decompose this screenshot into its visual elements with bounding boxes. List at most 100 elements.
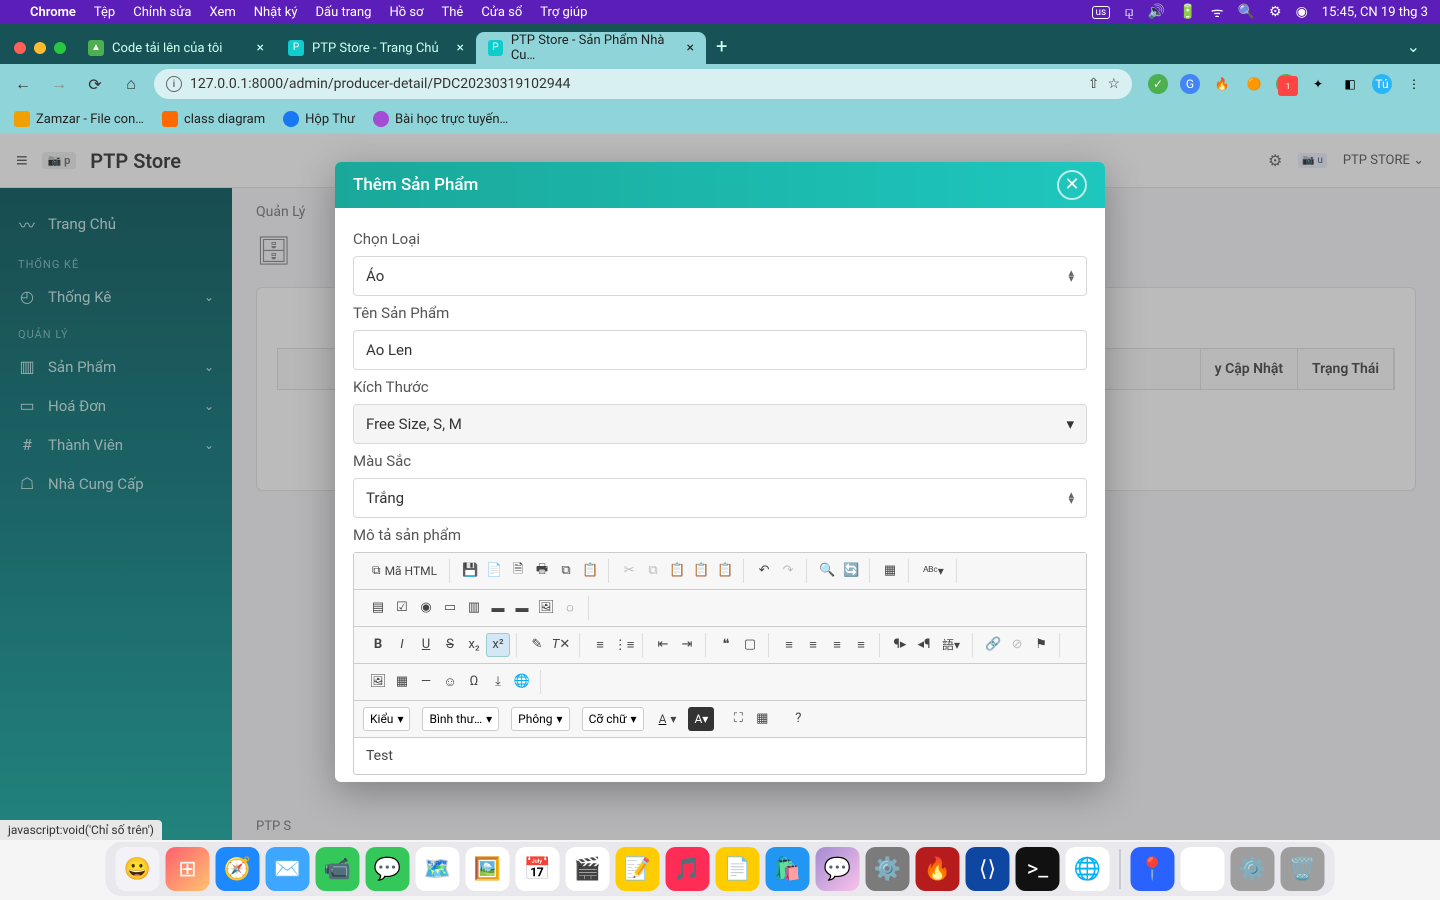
specialchar-icon[interactable]: Ω — [462, 670, 486, 694]
menu-help[interactable]: Trợ giúp — [540, 5, 587, 20]
dock-app[interactable]: 🌐 — [1066, 847, 1110, 891]
dock-app[interactable]: 📄 — [716, 847, 760, 891]
fontsize-select[interactable]: Cỡ chữ ▾ — [582, 707, 644, 731]
bookmark-star-icon[interactable]: ☆ — [1107, 76, 1120, 92]
strike-icon[interactable]: S — [438, 633, 462, 657]
bookmark-item[interactable]: Zamzar - File con… — [14, 111, 144, 127]
subscript-icon[interactable]: x₂ — [462, 633, 486, 657]
button-icon[interactable]: ▬ — [510, 596, 534, 620]
dock-app[interactable]: 📹 — [316, 847, 360, 891]
dock-app[interactable]: 🖼️ — [466, 847, 510, 891]
preview-icon[interactable]: 🗎 — [506, 559, 530, 583]
extension-icon[interactable]: 🟠 — [1244, 74, 1264, 94]
indent-icon[interactable]: ⇥ — [675, 633, 699, 657]
menu-history[interactable]: Nhật ký — [254, 5, 298, 20]
volume-icon[interactable]: 🔊 — [1148, 4, 1165, 20]
print-icon[interactable]: 🖶 — [530, 559, 554, 583]
bookmark-item[interactable]: Hộp Thư — [283, 111, 355, 127]
iframe-icon[interactable]: 🌐 — [510, 670, 534, 694]
bookmark-item[interactable]: Bài học trực tuyến… — [373, 111, 508, 127]
dock-app[interactable]: 🎬 — [566, 847, 610, 891]
textarea-icon[interactable]: ▥ — [462, 596, 486, 620]
share-icon[interactable]: ⇧ — [1088, 76, 1100, 92]
close-window-icon[interactable] — [14, 42, 26, 54]
replace-icon[interactable]: 🔄 — [839, 559, 863, 583]
removefmt-icon[interactable]: ✎ — [525, 633, 549, 657]
new-tab-button[interactable]: + — [706, 34, 737, 64]
spellcheck-icon[interactable]: ᴬᴮᶜ▾ — [917, 559, 950, 583]
source-button[interactable]: ⧉ Mã HTML — [366, 559, 443, 583]
menubar-clock[interactable]: 15:45, CN 19 thg 3 — [1322, 5, 1428, 20]
pagebreak-icon[interactable]: ⤓ — [486, 670, 510, 694]
dock-app[interactable]: 😀 — [116, 847, 160, 891]
search-icon[interactable]: 🔍 — [1238, 4, 1255, 20]
paste-text-icon[interactable]: 📋 — [689, 559, 713, 583]
dock-app[interactable]: 💬 — [816, 847, 860, 891]
hidden-icon[interactable]: ◌ — [558, 596, 582, 620]
extensions-menu-icon[interactable]: ✦ — [1308, 74, 1328, 94]
control-center-icon[interactable]: ⚙ — [1269, 4, 1282, 20]
sidepanel-icon[interactable]: ◧ — [1340, 74, 1360, 94]
site-info-icon[interactable]: i — [166, 76, 182, 92]
style-select[interactable]: Kiểu ▾ — [363, 707, 410, 731]
dock-app[interactable]: 📅 — [516, 847, 560, 891]
imagebutton-icon[interactable]: 🖼 — [534, 596, 558, 620]
dock-app[interactable]: 🧭 — [216, 847, 260, 891]
tab-overflow-icon[interactable]: ⌄ — [1395, 37, 1432, 64]
menu-tab[interactable]: Thẻ — [442, 5, 464, 20]
tab-close-icon[interactable]: × — [257, 40, 264, 56]
extension-icon[interactable]: ●1 — [1276, 74, 1296, 94]
maximize-icon[interactable]: ⛶ — [726, 707, 750, 731]
home-button[interactable]: ⌂ — [118, 71, 144, 97]
tab-close-icon[interactable]: × — [457, 40, 464, 56]
radio-icon[interactable]: ◉ — [414, 596, 438, 620]
about-icon[interactable]: ? — [786, 707, 810, 731]
multiselect-size[interactable]: Free Size, S, M ▾ — [353, 404, 1087, 444]
window-controls[interactable] — [8, 42, 76, 64]
select-type[interactable]: Áo ▴▾ — [353, 256, 1087, 296]
browser-tab-active[interactable]: P PTP Store - Sản Phẩm Nhà Cu… × — [476, 32, 706, 64]
menu-profile[interactable]: Hồ sơ — [389, 5, 423, 20]
link-icon[interactable]: 🔗 — [981, 633, 1005, 657]
checkbox-icon[interactable]: ☑ — [390, 596, 414, 620]
bluetooth-icon[interactable]: ⚼ — [1124, 4, 1134, 20]
input-product-name[interactable] — [353, 330, 1087, 370]
div-icon[interactable]: ▢ — [738, 633, 762, 657]
dock-app[interactable]: 🛍️ — [766, 847, 810, 891]
align-left-icon[interactable]: ≡ — [777, 633, 801, 657]
dock-app[interactable]: 🎵 — [666, 847, 710, 891]
numlist-icon[interactable]: ≡ — [588, 633, 612, 657]
bullist-icon[interactable]: ⋮≡ — [612, 633, 636, 657]
dock-app[interactable]: ⚙️ — [866, 847, 910, 891]
dock-app[interactable]: >_ — [1016, 847, 1060, 891]
font-select[interactable]: Phông ▾ — [511, 707, 569, 731]
minimize-window-icon[interactable] — [34, 42, 46, 54]
ltr-icon[interactable]: ¶▸ — [888, 633, 912, 657]
form-icon[interactable]: ▤ — [366, 596, 390, 620]
newpage-icon[interactable]: 📄 — [482, 559, 506, 583]
editor-content-area[interactable]: Test — [354, 738, 1086, 774]
siri-icon[interactable]: ◉ — [1296, 4, 1308, 20]
dock-app[interactable]: ⊞ — [166, 847, 210, 891]
menu-window[interactable]: Cửa sổ — [481, 5, 522, 20]
language-icon[interactable]: 語▾ — [936, 633, 966, 657]
bookmark-item[interactable]: class diagram — [162, 111, 265, 127]
dock-app[interactable]: 📍 — [1131, 847, 1175, 891]
align-justify-icon[interactable]: ≡ — [849, 633, 873, 657]
rtl-icon[interactable]: ◂¶ — [912, 633, 936, 657]
reload-button[interactable]: ⟳ — [82, 71, 108, 97]
dock-app[interactable]: 💬 — [366, 847, 410, 891]
select-color[interactable]: Trắng ▴▾ — [353, 478, 1087, 518]
bold-icon[interactable]: B — [366, 633, 390, 657]
textcolor-icon[interactable]: A▾ — [653, 707, 683, 731]
extension-icon[interactable]: G — [1180, 74, 1200, 94]
format-select[interactable]: Bình thư… ▾ — [422, 707, 499, 731]
dock-app[interactable]: 📝 — [616, 847, 660, 891]
dock-app[interactable]: 🔥 — [916, 847, 960, 891]
omnibox[interactable]: i 127.0.0.1:8000/admin/producer-detail/P… — [154, 69, 1132, 99]
browser-tab[interactable]: ▲ Code tải lên của tôi × — [76, 32, 276, 64]
browser-tab[interactable]: P PTP Store - Trang Chủ × — [276, 32, 476, 64]
extension-icon[interactable]: ✓ — [1148, 74, 1168, 94]
templates-icon[interactable]: ⧉ — [554, 559, 578, 583]
profile-avatar[interactable]: Tú — [1372, 74, 1392, 94]
